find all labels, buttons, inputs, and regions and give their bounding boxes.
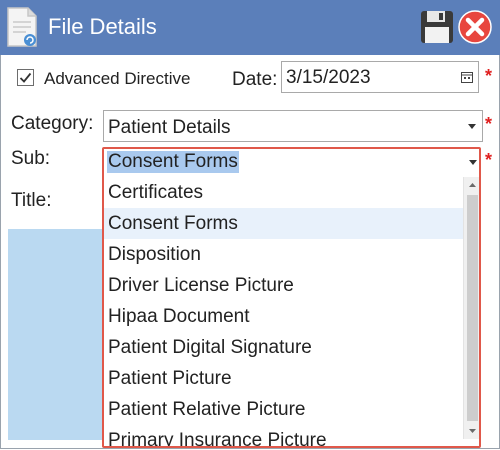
category-label: Category: [11, 113, 94, 134]
advanced-directive-label: Advanced Directive [44, 69, 191, 88]
document-icon [7, 7, 37, 47]
sub-label: Sub: [11, 148, 51, 169]
save-icon[interactable] [419, 9, 455, 45]
title-bar: File Details [0, 0, 500, 55]
window-title: File Details [48, 14, 157, 39]
checkmark-icon [19, 72, 32, 83]
date-required-marker: * [485, 66, 493, 86]
advanced-directive-checkbox[interactable] [17, 69, 34, 86]
sub-required-marker: * [485, 150, 493, 170]
date-label: Date: [232, 69, 278, 90]
close-icon[interactable] [457, 9, 493, 45]
sub-dropdown-highlight [102, 147, 481, 448]
date-value: 3/15/2023 [286, 67, 371, 88]
description-area[interactable] [8, 229, 102, 440]
calendar-icon[interactable] [461, 71, 473, 83]
category-required-marker: * [485, 114, 493, 134]
chevron-down-icon[interactable] [468, 124, 476, 129]
title-label: Title: [11, 190, 52, 211]
category-value: Patient Details [108, 117, 231, 138]
date-input[interactable]: 3/15/2023 [281, 61, 479, 93]
category-select[interactable]: Patient Details [103, 110, 483, 142]
